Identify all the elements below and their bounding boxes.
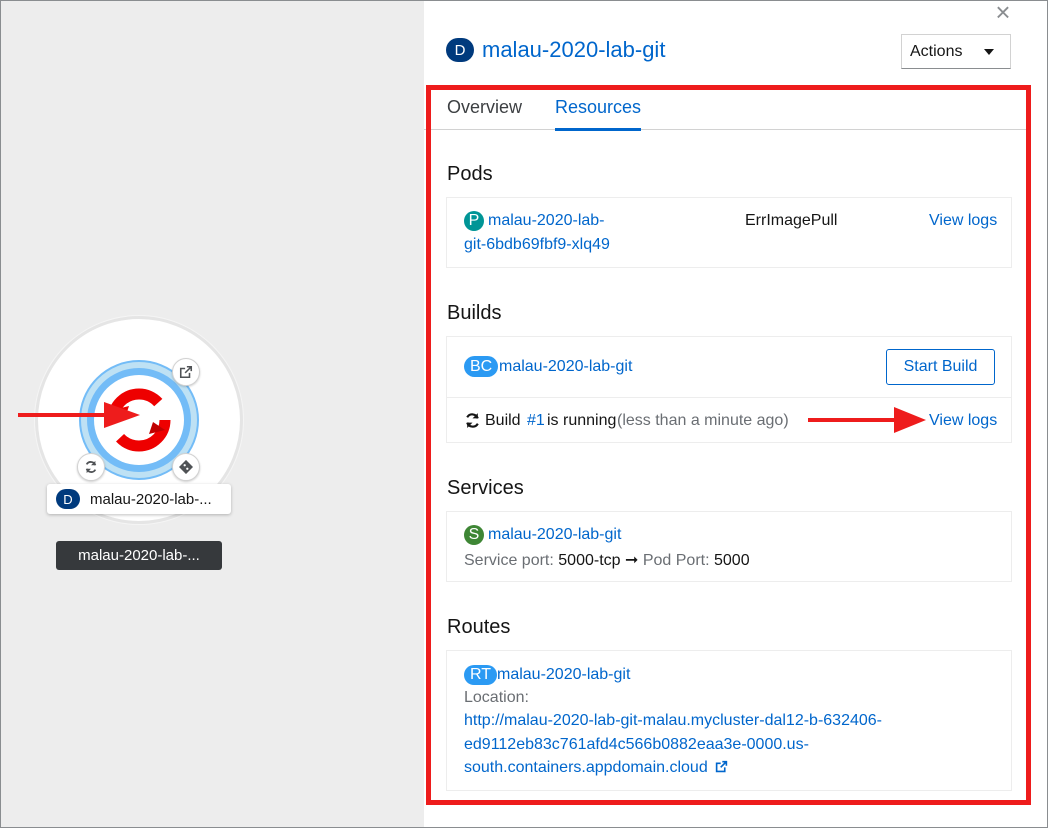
caret-down-icon — [984, 48, 994, 55]
page-title[interactable]: malau-2020-lab-git — [482, 37, 665, 63]
deployment-badge: D — [446, 38, 474, 62]
actions-dropdown[interactable]: Actions — [901, 34, 1011, 69]
window-frame: D malau-2020-lab-... malau-2020-lab-... … — [0, 0, 1048, 828]
openshift-logo-icon — [107, 388, 171, 452]
node-label-text: malau-2020-lab-... — [90, 490, 212, 508]
node-label[interactable]: D malau-2020-lab-... — [47, 484, 231, 514]
build-status-decorator[interactable] — [77, 453, 105, 481]
sync-icon — [85, 460, 97, 474]
git-icon — [179, 460, 193, 474]
panel-header: D malau-2020-lab-git — [446, 37, 665, 63]
close-icon[interactable]: × — [992, 1, 1014, 25]
node-tooltip: malau-2020-lab-... — [56, 541, 222, 570]
annotation-highlight-box — [426, 85, 1031, 805]
topology-canvas[interactable]: D malau-2020-lab-... malau-2020-lab-... — [1, 1, 424, 827]
open-url-decorator[interactable] — [172, 358, 200, 386]
git-repo-decorator[interactable] — [172, 453, 200, 481]
actions-label: Actions — [910, 42, 963, 60]
external-link-icon — [179, 365, 193, 379]
deployment-badge: D — [56, 489, 80, 509]
